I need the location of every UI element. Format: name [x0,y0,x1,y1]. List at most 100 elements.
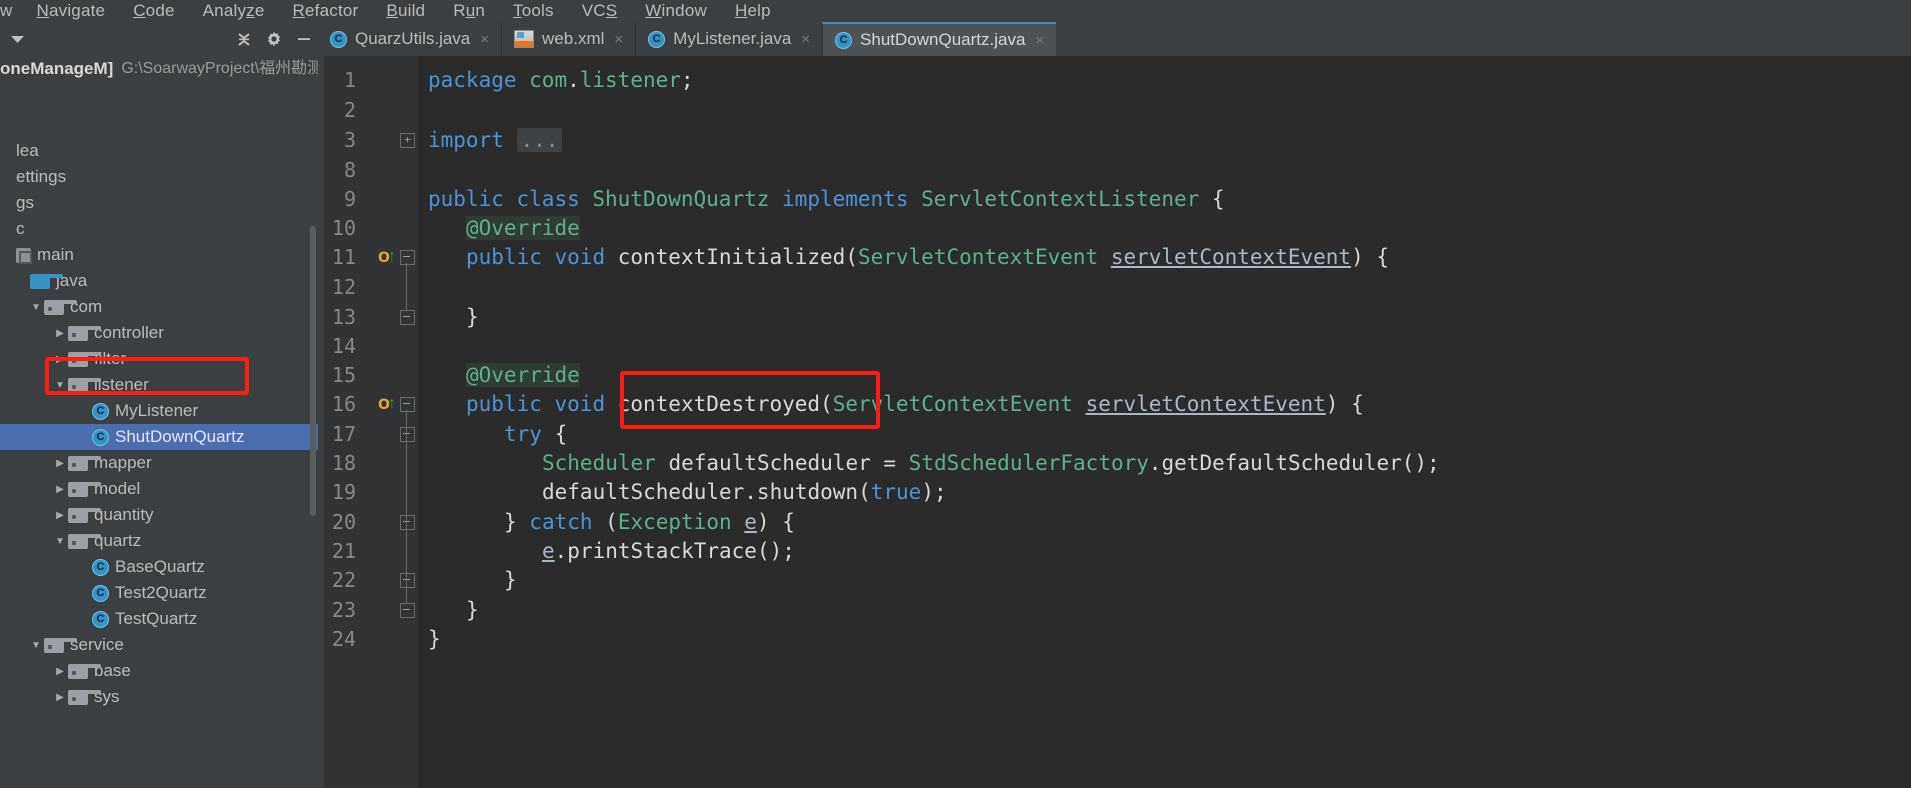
code-line[interactable]: } [428,627,441,651]
menu-item-code[interactable]: Code [119,0,188,22]
code-editor[interactable]: 1 2 3 +8 9 10 11 O ↑ 12 13 14 15 16 O ↑ 17 18 19 20 21 22 23 24… [318,56,1911,788]
gear-icon[interactable] [266,31,282,47]
code-line[interactable]: import ... [428,128,563,152]
chevron-down-icon[interactable]: ▼ [52,372,68,398]
code-line[interactable]: public void contextInitialized(ServletCo… [466,245,1389,269]
fold-collapse-icon[interactable] [400,515,415,530]
sidebar-item-gs[interactable]: gs [0,190,318,216]
code-line[interactable]: } [466,305,479,329]
sidebar-item-model[interactable]: ▶ model [0,476,318,502]
menu-item-tools[interactable]: Tools [499,0,568,22]
sidebar-item-lea[interactable]: lea [0,138,318,164]
folder-icon [68,689,101,705]
fold-region-end-icon[interactable] [400,573,415,588]
menu-item-refactor[interactable]: Refactor [279,0,373,22]
code-token: } [504,568,517,592]
menu-item-vcs[interactable]: VCS [568,0,632,22]
close-icon[interactable]: × [614,31,623,48]
code-line[interactable]: defaultScheduler.shutdown(true); [542,480,947,504]
chevron-down-icon[interactable]: ▼ [28,294,44,320]
code-line[interactable]: e.printStackTrace(); [542,539,795,563]
sidebar-item-mylistener[interactable]: C MyListener [0,398,318,424]
code-line[interactable]: public void contextDestroyed(ServletCont… [466,392,1364,416]
sidebar-item-label: controller [94,323,164,342]
menu-item-w[interactable]: w [0,0,22,22]
menu-item-window[interactable]: Window [631,0,721,22]
project-root-path: G:\SoarwayProject\福州勘测 [121,60,318,77]
code-line[interactable]: package com.listener; [428,68,694,92]
override-method-gutter-icon[interactable]: O ↑ [378,394,398,414]
code-line[interactable]: } catch (Exception e) { [504,510,795,534]
code-token: ); [921,480,947,504]
chevron-right-icon[interactable]: ▶ [52,450,68,476]
sidebar-item-mapper[interactable]: ▶ mapper [0,450,318,476]
menu-item-analyze[interactable]: Analyze [189,0,279,22]
fold-region-end-icon[interactable] [400,603,415,618]
sidebar-item-test2quartz[interactable]: C Test2Quartz [0,580,318,606]
chevron-down-icon[interactable] [0,22,34,56]
menu-item-navigate[interactable]: Navigate [22,0,119,22]
chevron-right-icon[interactable]: ▶ [52,684,68,710]
fold-collapse-icon[interactable] [400,427,415,442]
folder-icon [68,377,101,393]
tool-strip-buttons [236,22,312,56]
close-icon[interactable]: × [1035,32,1044,49]
fold-collapse-icon[interactable] [400,397,415,412]
sidebar-item-base[interactable]: ▶ base [0,658,318,684]
editor-tab-shutdownquartz-java[interactable]: C ShutDownQuartz.java × [822,22,1057,56]
project-root-row[interactable]: oneManageM] G:\SoarwayProject\福州勘测 [0,56,318,82]
chevron-right-icon[interactable]: ▶ [52,658,68,684]
close-icon[interactable]: × [480,31,489,48]
code-token: implements [769,187,922,211]
line-number: 10 [331,216,356,240]
menu-item-run[interactable]: Run [439,0,499,22]
sidebar-item-sys[interactable]: ▶ sys [0,684,318,710]
chevron-right-icon[interactable]: ▶ [52,346,68,372]
sidebar-item-java[interactable]: java [0,268,318,294]
close-icon[interactable]: × [801,31,810,48]
fold-collapse-icon[interactable] [400,250,415,265]
sidebar-item-service[interactable]: ▼ service [0,632,318,658]
chevron-right-icon[interactable]: ▶ [52,502,68,528]
chevron-right-icon[interactable]: ▶ [52,476,68,502]
sidebar-item-controller[interactable]: ▶ controller [0,320,318,346]
chevron-right-icon[interactable]: ▶ [52,320,68,346]
minimize-icon[interactable] [296,31,312,47]
tab-label: QuarzUtils.java [355,29,471,48]
collapse-all-icon[interactable] [236,31,252,47]
editor-tab-quarzutils-java[interactable]: C QuarzUtils.java × [318,22,502,56]
editor-gutter[interactable]: 1 2 3 +8 9 10 11 O ↑ 12 13 14 15 16 O ↑ 17 18 19 20 21 22 23 24 [318,56,418,788]
project-tree-panel[interactable]: oneManageM] G:\SoarwayProject\福州勘测 lea e… [0,56,318,788]
code-line[interactable]: } [466,598,479,622]
chevron-down-icon[interactable]: ▼ [52,528,68,554]
sidebar-item-ettings[interactable]: ettings [0,164,318,190]
sidebar-item-c[interactable]: c [0,216,318,242]
chevron-down-icon[interactable]: ▼ [28,632,44,658]
fold-expand-icon[interactable]: + [400,133,415,148]
sidebar-item-main[interactable]: main [0,242,318,268]
code-text-area[interactable]: package com.listener; import ... public cl… [418,56,1911,788]
sidebar-item-listener[interactable]: ▼ listener [0,372,318,398]
sidebar-item-filter[interactable]: ▶ filter [0,346,318,372]
sidebar-item-basequartz[interactable]: C BaseQuartz [0,554,318,580]
sidebar-item-quartz[interactable]: ▼ quartz [0,528,318,554]
fold-region-end-icon[interactable] [400,310,415,325]
menu-item-build[interactable]: Build [372,0,439,22]
menu-item-help[interactable]: Help [721,0,785,22]
sidebar-item-shutdownquartz[interactable]: C ShutDownQuartz [0,424,318,450]
code-line[interactable]: @Override [466,216,580,240]
sidebar-item-quantity[interactable]: ▶ quantity [0,502,318,528]
override-method-gutter-icon[interactable]: O ↑ [378,247,398,267]
code-token: } [504,510,530,534]
sidebar-item-testquartz[interactable]: C TestQuartz [0,606,318,632]
sidebar-item-com[interactable]: ▼ com [0,294,318,320]
code-line[interactable]: Scheduler defaultScheduler = StdSchedule… [542,451,1440,475]
folder-icon [44,299,77,315]
code-line[interactable]: @Override [466,363,580,387]
editor-tab-mylistener-java[interactable]: C MyListener.java × [635,22,823,56]
editor-tab-web-xml[interactable]: web.xml × [501,22,636,56]
code-line[interactable]: public class ShutDownQuartz implements S… [428,187,1225,211]
code-line[interactable]: } [504,568,517,592]
code-line[interactable]: try { [504,422,567,446]
